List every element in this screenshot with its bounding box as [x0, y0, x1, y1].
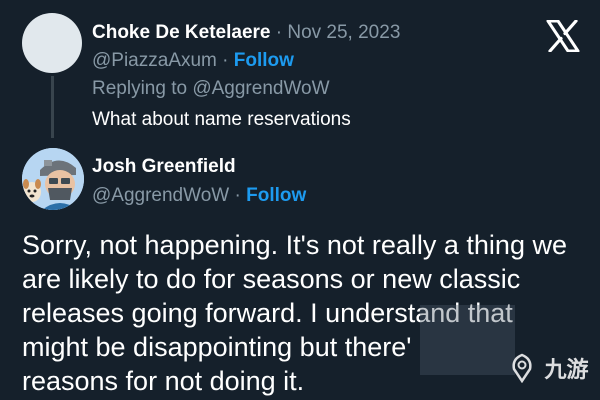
parent-tweet-text: What about name reservations [92, 109, 351, 130]
parent-follow-button[interactable]: Follow [234, 50, 294, 71]
thread-line [51, 76, 54, 138]
reply-follow-separator: · [229, 185, 247, 206]
parent-handle[interactable]: @PiazzaAxum [92, 50, 217, 71]
parent-handle-row: @PiazzaAxum · Follow [92, 50, 294, 72]
parent-follow-separator: · [216, 50, 234, 71]
watermark-blur [420, 305, 515, 375]
reply-handle[interactable]: @AggrendWoW [92, 185, 229, 206]
reply-text-line: are likely to do for seasons or new clas… [22, 264, 521, 294]
reply-avatar[interactable] [22, 148, 84, 210]
reply-handle-row: @AggrendWoW · Follow [92, 185, 306, 207]
watermark-text: 九游 [544, 357, 589, 382]
reply-author-name-row: Josh Greenfield [92, 156, 236, 178]
watermark-logo-icon [512, 353, 532, 383]
avatar-illustration-icon [22, 148, 84, 210]
watermark: 九游 [508, 352, 588, 386]
reply-follow-button[interactable]: Follow [246, 185, 306, 206]
parent-author-name[interactable]: Choke De Ketelaere [92, 22, 270, 43]
parent-date-separator: · [270, 22, 288, 43]
x-logo-icon[interactable] [546, 20, 580, 52]
reply-text-line: Sorry, not happening. It's not really a … [22, 230, 567, 260]
replying-to: Replying to @AggrendWoW [92, 78, 330, 99]
parent-avatar[interactable] [22, 13, 82, 73]
parent-header: Choke De Ketelaere · Nov 25, 2023 [92, 22, 400, 44]
parent-date[interactable]: Nov 25, 2023 [287, 22, 400, 43]
reply-author-name[interactable]: Josh Greenfield [92, 156, 236, 177]
